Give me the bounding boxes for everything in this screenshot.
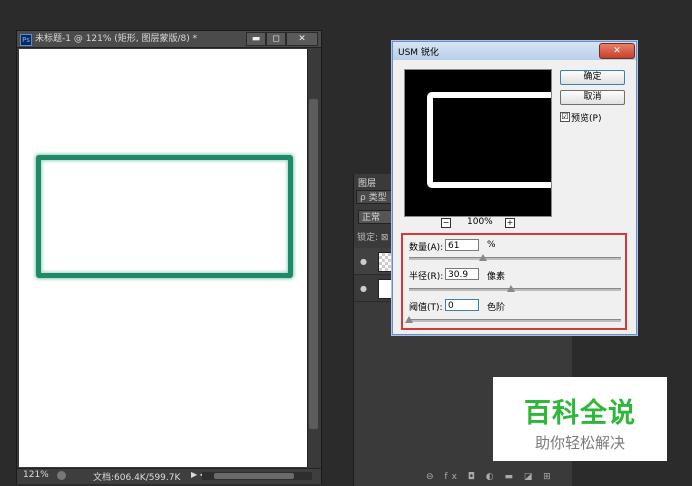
eye-icon[interactable]: ●: [360, 257, 367, 266]
amount-unit: %: [487, 240, 496, 250]
threshold-slider-track[interactable]: [409, 319, 621, 322]
preview-label: 预览(P): [571, 114, 602, 124]
watermark-logo-text: 百科全说: [524, 398, 636, 429]
document-canvas[interactable]: [19, 49, 307, 467]
maximize-button[interactable]: ◻: [266, 32, 286, 46]
radius-label: 半径(R):: [409, 272, 444, 282]
radius-slider-handle[interactable]: [506, 285, 515, 292]
vertical-scrollbar[interactable]: [307, 49, 320, 467]
tab-layers[interactable]: 图层: [358, 176, 376, 189]
zoom-out-button[interactable]: −: [441, 218, 451, 228]
unsharp-mask-dialog: USM 锐化 ✕ − 100% + 确定 取消 ☑ 预览(P) 数量(A): 6…: [392, 41, 637, 335]
horizontal-scrollbar[interactable]: [202, 472, 312, 480]
layer-kind-filter[interactable]: ρ 类型: [356, 190, 396, 204]
ok-button[interactable]: 确定: [560, 70, 625, 85]
eye-icon[interactable]: ●: [360, 284, 367, 293]
amount-slider-handle[interactable]: [479, 254, 488, 261]
app-root: { "document": { "title": "未标题-1 @ 121% (…: [0, 0, 692, 486]
parameters-group: 数量(A): 61 % 半径(R): 30.9 像素 阈值(T): 0 色阶: [401, 233, 627, 330]
horizontal-scrollbar-thumb[interactable]: [214, 473, 294, 479]
lock-label: 锁定: ⊠: [357, 233, 389, 243]
watermark: 百科全说 助你轻松解决: [493, 377, 667, 461]
radius-input[interactable]: 30.9: [445, 268, 479, 280]
watermark-slogan: 助你轻松解决: [534, 434, 625, 452]
zoom-in-button[interactable]: +: [505, 218, 515, 228]
blend-mode-select[interactable]: 正常: [358, 210, 392, 224]
threshold-slider-handle[interactable]: [405, 316, 413, 323]
amount-slider-track[interactable]: [409, 257, 621, 260]
close-button[interactable]: ✕: [286, 32, 318, 46]
preview-checkbox[interactable]: ☑: [560, 112, 570, 122]
cancel-button[interactable]: 取消: [560, 90, 625, 105]
radius-unit: 像素: [487, 272, 506, 282]
photoshop-icon: Ps: [20, 34, 32, 46]
radius-slider-track[interactable]: [409, 288, 621, 291]
threshold-unit: 色阶: [487, 303, 506, 313]
dialog-title: USM 锐化: [398, 48, 439, 58]
document-size: 文档:606.4K/599.7K: [93, 473, 181, 483]
rectangle-shape[interactable]: [36, 155, 293, 278]
amount-input[interactable]: 61: [445, 239, 479, 251]
document-title-bar[interactable]: Ps 未标题-1 @ 121% (矩形, 图层蒙版/8) * ▬ ◻ ✕: [17, 31, 321, 48]
layers-footer-toolbar[interactable]: ⊖ fx ◘ ◐ ▬ ◪ ⊞: [426, 472, 555, 482]
dialog-title-bar[interactable]: USM 锐化 ✕: [393, 42, 636, 60]
amount-label: 数量(A):: [409, 243, 444, 253]
scrollbar-thumb[interactable]: [309, 99, 318, 429]
preview-rectangle: [427, 92, 551, 188]
zoom-level[interactable]: 121%: [23, 470, 49, 480]
minimize-button[interactable]: ▬: [246, 32, 266, 46]
threshold-label: 阈值(T):: [409, 303, 443, 313]
status-info-icon[interactable]: [57, 471, 66, 480]
document-window: Ps 未标题-1 @ 121% (矩形, 图层蒙版/8) * ▬ ◻ ✕ 121…: [16, 30, 322, 484]
status-bar: 121% 文档:606.4K/599.7K ▶ ◂: [17, 468, 321, 484]
document-title: 未标题-1 @ 121% (矩形, 图层蒙版/8) *: [35, 34, 198, 44]
preview-zoom-percent: 100%: [467, 217, 493, 227]
preview-pane[interactable]: [404, 69, 552, 217]
dialog-close-button[interactable]: ✕: [599, 43, 635, 59]
threshold-input[interactable]: 0: [445, 299, 479, 311]
